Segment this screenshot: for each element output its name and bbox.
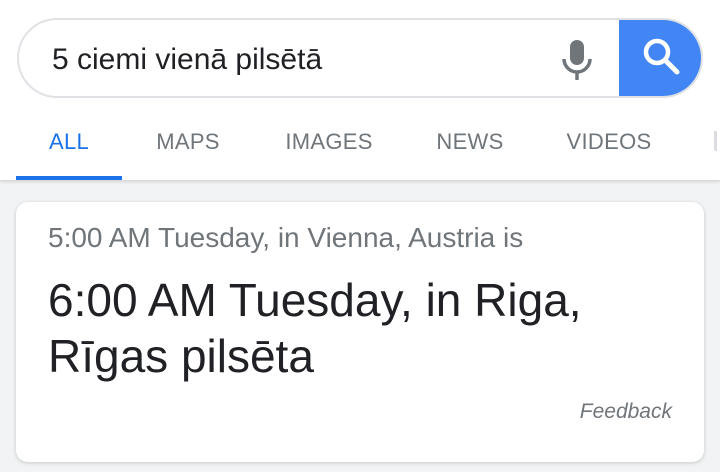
search-tabs: ALL MAPS IMAGES NEWS VIDEOS: [0, 112, 720, 180]
tab-all[interactable]: ALL: [16, 112, 122, 180]
search-button[interactable]: [619, 20, 701, 96]
source-time: 5:00 AM Tuesday, in Vienna, Austria is: [48, 222, 524, 253]
tab-news[interactable]: NEWS: [424, 112, 516, 180]
tab-overflow-edge: [714, 131, 717, 151]
converted-time-line-2: Rīgas pilsēta: [48, 330, 314, 382]
search-input[interactable]: 5 ciemi vienā pilsētā: [52, 20, 322, 96]
converted-time-line-1: 6:00 AM Tuesday, in Riga,: [48, 274, 582, 326]
tab-maps[interactable]: MAPS: [138, 112, 238, 180]
microphone-icon[interactable]: [557, 38, 597, 82]
magnifier-icon: [641, 36, 681, 81]
tab-videos[interactable]: VIDEOS: [553, 112, 665, 180]
converted-time: 6:00 AM Tuesday, in Riga, Rīgas pilsēta: [48, 272, 668, 384]
tab-images[interactable]: IMAGES: [270, 112, 388, 180]
feedback-link[interactable]: Feedback: [580, 400, 672, 424]
search-box[interactable]: 5 ciemi vienā pilsētā: [17, 18, 703, 98]
search-header: 5 ciemi vienā pilsētā ALL MAPS IMAGES NE…: [0, 0, 720, 180]
time-conversion-card: 5:00 AM Tuesday, in Vienna, Austria is 6…: [16, 202, 704, 462]
